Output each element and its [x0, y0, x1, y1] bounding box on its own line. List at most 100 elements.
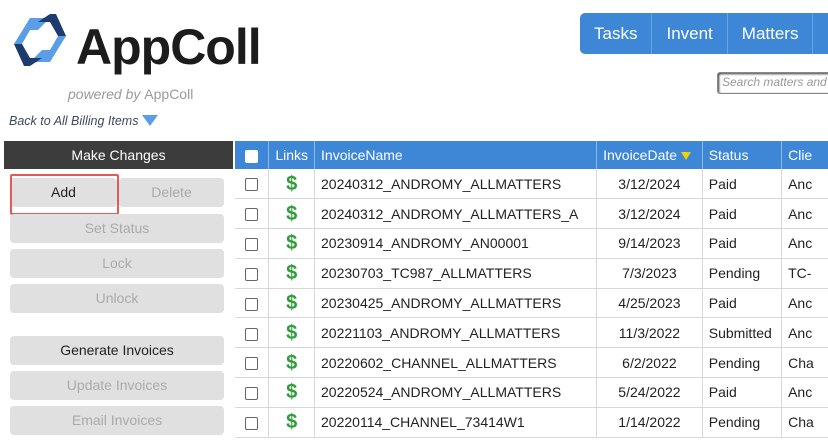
table-header-row: Links InvoiceName InvoiceDate Status Cli…: [235, 141, 828, 169]
dollar-link-icon[interactable]: $: [286, 292, 297, 314]
invoice-date-cell: 3/12/2024: [596, 169, 703, 200]
status-cell: Paid: [702, 377, 783, 408]
client-cell: Anc: [781, 198, 828, 230]
dollar-link-icon[interactable]: $: [286, 173, 297, 195]
nav-invent[interactable]: Invent: [652, 13, 728, 54]
invoice-date-cell: 5/24/2022: [596, 377, 703, 408]
invoice-date-cell: 4/25/2023: [596, 288, 703, 319]
status-cell: Pending: [702, 258, 783, 289]
row-select-cell: [235, 407, 270, 438]
invoice-name-cell: 20220602_CHANNEL_ALLMATTERS: [314, 347, 598, 379]
powered-name: AppColl: [144, 86, 194, 102]
back-to-billing-link[interactable]: Back to All Billing Items: [9, 114, 159, 128]
powered-by-text: powered by AppColl: [68, 86, 193, 102]
table-row[interactable]: $20220602_CHANNEL_ALLMATTERS 6/2/2022 Pend…: [235, 347, 828, 379]
row-select-cell: [235, 228, 270, 259]
row-select-cell: [235, 347, 270, 379]
row-select-cell: [235, 317, 270, 349]
client-cell: TC-: [781, 258, 828, 289]
table-row[interactable]: $20221103_ANDROMY_ALLMATTERS 11/3/2022 Sub…: [235, 317, 828, 349]
status-cell: Paid: [702, 228, 783, 259]
row-links-cell: $: [268, 347, 316, 379]
sort-desc-icon: [681, 152, 692, 160]
select-all-checkbox[interactable]: [245, 149, 259, 163]
client-cell: Anc: [781, 317, 828, 349]
row-links-cell: $: [268, 228, 316, 259]
row-checkbox[interactable]: [245, 178, 259, 192]
client-header[interactable]: Clie: [781, 141, 828, 169]
invoice-table-wrap: Links InvoiceName InvoiceDate Status Cli…: [235, 141, 828, 441]
dollar-link-icon[interactable]: $: [286, 381, 297, 403]
invoice-table: Links InvoiceName InvoiceDate Status Cli…: [235, 141, 828, 438]
table-row[interactable]: $20240312_ANDROMY_ALLMATTERS_A 3/12/2024 P…: [235, 198, 828, 230]
status-cell: Paid: [702, 288, 783, 319]
row-checkbox[interactable]: [245, 417, 259, 431]
row-links-cell: $: [268, 169, 316, 200]
row-checkbox[interactable]: [245, 327, 259, 341]
generate-invoices-button[interactable]: Generate Invoices: [10, 336, 224, 365]
make-changes-header: Make Changes: [4, 141, 233, 169]
invoice-date-header-label: InvoiceDate: [603, 147, 678, 163]
search-input[interactable]: Search matters and: [717, 72, 828, 94]
row-select-cell: [235, 258, 270, 289]
brand-name: AppColl: [76, 19, 262, 75]
links-header[interactable]: Links: [268, 141, 316, 169]
invoice-name-cell: 20230425_ANDROMY_ALLMATTERS: [314, 288, 598, 319]
row-checkbox[interactable]: [245, 357, 259, 371]
invoice-name-cell: 20230914_ANDROMY_AN00001: [314, 228, 598, 259]
client-cell: Cha: [781, 407, 828, 438]
row-select-cell: [235, 169, 270, 200]
invoice-name-header[interactable]: InvoiceName: [314, 141, 598, 169]
dollar-link-icon[interactable]: $: [286, 322, 297, 344]
dollar-link-icon[interactable]: $: [286, 232, 297, 254]
dollar-link-icon[interactable]: $: [286, 352, 297, 374]
status-header[interactable]: Status: [702, 141, 783, 169]
row-links-cell: $: [268, 288, 316, 319]
invoice-date-header[interactable]: InvoiceDate: [596, 141, 703, 169]
dollar-link-icon[interactable]: $: [286, 262, 297, 284]
invoice-date-cell: 9/14/2023: [596, 228, 703, 259]
row-checkbox[interactable]: [245, 297, 259, 311]
row-links-cell: $: [268, 377, 316, 408]
client-cell: Anc: [781, 169, 828, 200]
status-cell: Pending: [702, 347, 783, 379]
set-status-button[interactable]: Set Status: [10, 214, 224, 243]
row-checkbox[interactable]: [245, 268, 259, 282]
dollar-link-icon[interactable]: $: [286, 203, 297, 225]
invoice-date-cell: 3/12/2024: [596, 198, 703, 230]
invoice-name-cell: 20221103_ANDROMY_ALLMATTERS: [314, 317, 598, 349]
row-checkbox[interactable]: [245, 387, 259, 401]
table-row[interactable]: $20230703_TC987_ALLMATTERS 7/3/2023 Pendin…: [235, 258, 828, 289]
row-checkbox[interactable]: [245, 208, 259, 222]
lock-button[interactable]: Lock: [10, 249, 224, 278]
dollar-link-icon[interactable]: $: [286, 411, 297, 433]
invoice-name-cell: 20240312_ANDROMY_ALLMATTERS: [314, 169, 598, 200]
nav-tasks[interactable]: Tasks: [580, 13, 653, 54]
client-cell: Anc: [781, 288, 828, 319]
table-row[interactable]: $20230425_ANDROMY_ALLMATTERS 4/25/2023 Pai…: [235, 288, 828, 319]
powered-prefix: powered by: [68, 86, 141, 102]
table-row[interactable]: $20240312_ANDROMY_ALLMATTERS 3/12/2024 Pai…: [235, 169, 828, 200]
table-row[interactable]: $20230914_ANDROMY_AN00001 9/14/2023 Paid An…: [235, 228, 828, 259]
row-links-cell: $: [268, 198, 316, 230]
unlock-button[interactable]: Unlock: [10, 284, 224, 313]
row-select-cell: [235, 198, 270, 230]
table-row[interactable]: $20220114_CHANNEL_73414W1 1/14/2022 Pendin…: [235, 407, 828, 438]
invoice-name-cell: 20220114_CHANNEL_73414W1: [314, 407, 598, 438]
row-links-cell: $: [268, 317, 316, 349]
status-cell: Submitted: [702, 317, 783, 349]
delete-button[interactable]: Delete: [119, 178, 224, 207]
row-checkbox[interactable]: [245, 238, 259, 252]
status-cell: Pending: [702, 407, 783, 438]
update-invoices-button[interactable]: Update Invoices: [10, 371, 224, 400]
table-row[interactable]: $20220524_ANDROMY_ALLMATTERS 5/24/2022 Pai…: [235, 377, 828, 408]
nav-matters[interactable]: Matters: [728, 13, 814, 54]
row-links-cell: $: [268, 258, 316, 289]
client-cell: Anc: [781, 377, 828, 408]
invoice-date-cell: 1/14/2022: [596, 407, 703, 438]
row-select-cell: [235, 377, 270, 408]
email-invoices-button[interactable]: Email Invoices: [10, 406, 224, 435]
row-select-cell: [235, 288, 270, 319]
invoice-name-cell: 20220524_ANDROMY_ALLMATTERS: [314, 377, 598, 408]
client-cell: Cha: [781, 347, 828, 379]
